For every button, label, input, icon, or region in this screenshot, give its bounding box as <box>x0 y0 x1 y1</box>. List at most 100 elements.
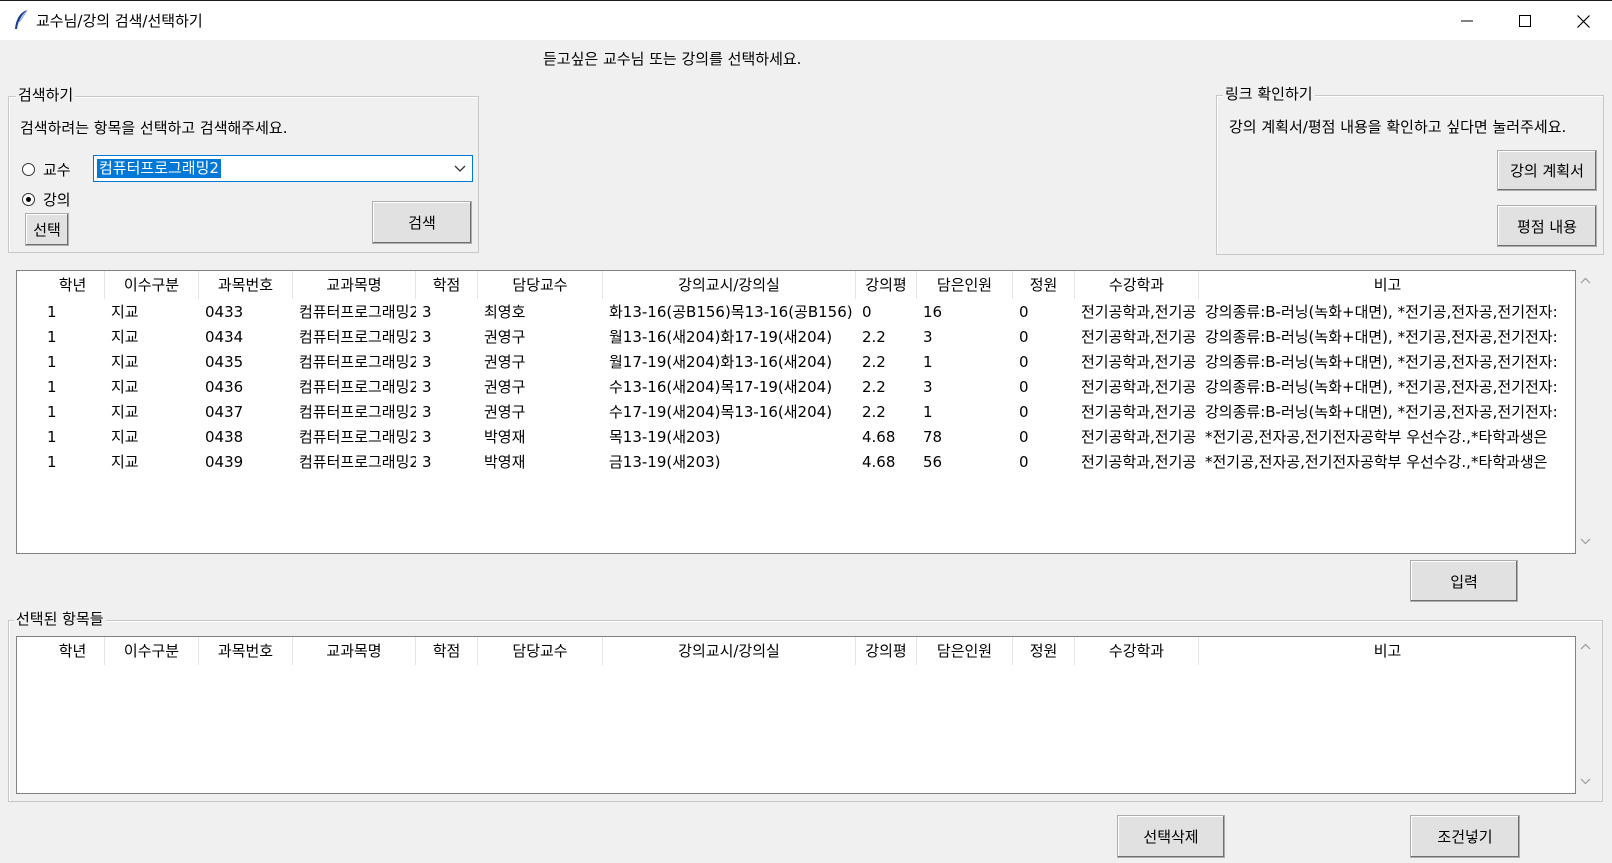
column-header-capacity[interactable]: 정원 <box>1013 271 1075 299</box>
selected-scrollbar[interactable] <box>1577 636 1594 794</box>
column-header-remarks[interactable]: 비고 <box>1199 637 1575 665</box>
radio-professor-circle[interactable] <box>22 163 35 176</box>
cell-department: 전기공학과,전기공 <box>1081 453 1197 471</box>
selected-legend: 선택된 항목들 <box>14 610 106 628</box>
cell-course-number: 0438 <box>205 428 244 446</box>
input-button[interactable]: 입력 <box>1410 560 1518 602</box>
cell-course-number: 0434 <box>205 328 244 346</box>
table-row[interactable]: 1 지교 0436 컴퓨터프로그래밍2 3 권영구 수13-16(새204)목17-19(새… <box>17 375 1575 399</box>
cell-schedule-room: 월17-19(새204)화13-16(새204) <box>609 353 833 371</box>
cell-grade: 1 <box>47 328 57 346</box>
minimize-button[interactable] <box>1438 1 1496 41</box>
column-header-rating[interactable]: 강의평 <box>856 637 917 665</box>
column-header-grade[interactable]: 학년 <box>41 637 105 665</box>
column-header-professor[interactable]: 담당교수 <box>478 637 603 665</box>
table-row[interactable]: 1 지교 0433 컴퓨터프로그래밍2 3 최영호 화13-16(공B156)목13-16(… <box>17 300 1575 324</box>
table-row[interactable]: 1 지교 0437 컴퓨터프로그래밍2 3 권영구 수17-19(새204)목13-16(새… <box>17 400 1575 424</box>
column-header-course-name[interactable]: 교과목명 <box>293 637 416 665</box>
cell-credits: 3 <box>422 403 432 421</box>
column-header-remarks[interactable]: 비고 <box>1199 271 1575 299</box>
cell-department: 전기공학과,전기공 <box>1081 303 1197 321</box>
radio-professor-label: 교수 <box>43 161 71 179</box>
cell-grade: 1 <box>47 353 57 371</box>
cell-remarks: 강의종류:B-러닝(녹화+대면), *전기공,전자공,전기전자: <box>1205 353 1558 371</box>
column-header-department[interactable]: 수강학과 <box>1075 637 1199 665</box>
cell-professor: 권영구 <box>484 403 526 421</box>
cell-category: 지교 <box>111 303 139 321</box>
cell-course-name: 컴퓨터프로그래밍2 <box>299 353 416 371</box>
add-condition-button[interactable]: 조건넣기 <box>1410 815 1520 858</box>
radio-course[interactable]: 강의 <box>22 189 71 210</box>
table-row[interactable]: 1 지교 0435 컴퓨터프로그래밍2 3 권영구 월17-19(새204)화13-16(새… <box>17 350 1575 374</box>
radio-professor[interactable]: 교수 <box>22 159 71 180</box>
column-header-capacity[interactable]: 정원 <box>1013 637 1075 665</box>
instruction-label: 듣고싶은 교수님 또는 강의를 선택하세요. <box>543 50 802 68</box>
cell-course-number: 0437 <box>205 403 244 421</box>
column-header-credits[interactable]: 학점 <box>416 271 478 299</box>
course-combobox[interactable]: 컴퓨터프로그래밍2 <box>93 155 473 182</box>
rating-button[interactable]: 평점 내용 <box>1497 205 1597 247</box>
cell-grade: 1 <box>47 453 57 471</box>
delete-selected-button[interactable]: 선택삭제 <box>1117 815 1225 858</box>
cell-schedule-room: 화13-16(공B156)목13-16(공B156) <box>609 303 853 321</box>
scroll-down-icon[interactable] <box>1580 776 1591 787</box>
scroll-up-icon[interactable] <box>1580 276 1591 287</box>
column-header-professor[interactable]: 담당교수 <box>478 271 603 299</box>
cell-enrolled: 78 <box>923 428 943 446</box>
cell-enrolled: 16 <box>923 303 943 321</box>
cell-category: 지교 <box>111 453 139 471</box>
table-row[interactable]: 1 지교 0434 컴퓨터프로그래밍2 3 권영구 월13-16(새204)화17-19(새… <box>17 325 1575 349</box>
cell-category: 지교 <box>111 403 139 421</box>
cell-capacity: 0 <box>1019 428 1029 446</box>
column-header-course-number[interactable]: 과목번호 <box>199 271 293 299</box>
column-header-category[interactable]: 이수구분 <box>105 271 199 299</box>
column-header-enrolled[interactable]: 담은인원 <box>917 271 1013 299</box>
cell-rating: 2.2 <box>862 378 886 396</box>
radio-course-circle[interactable] <box>22 193 35 206</box>
column-header-category[interactable]: 이수구분 <box>105 637 199 665</box>
link-hint: 강의 계획서/평점 내용을 확인하고 싶다면 눌러주세요. <box>1229 118 1567 136</box>
table-row[interactable]: 1 지교 0439 컴퓨터프로그래밍2 3 박영재 금13-19(새203) 4.68 56 0 전… <box>17 450 1575 474</box>
selected-table[interactable]: 학년 이수구분 과목번호 교과목명 학점 담당교수 강의교시/강의실 강의평 담은인원 정원 수강학… <box>16 636 1576 794</box>
cell-course-number: 0439 <box>205 453 244 471</box>
chevron-down-icon[interactable] <box>451 160 468 177</box>
search-button[interactable]: 검색 <box>372 201 472 244</box>
cell-rating: 2.2 <box>862 353 886 371</box>
maximize-icon <box>1519 15 1531 27</box>
cell-remarks: 강의종류:B-러닝(녹화+대면), *전기공,전자공,전기전자: <box>1205 328 1558 346</box>
column-header-department[interactable]: 수강학과 <box>1075 271 1199 299</box>
cell-department: 전기공학과,전기공 <box>1081 353 1197 371</box>
close-button[interactable] <box>1554 1 1612 41</box>
column-header-grade[interactable]: 학년 <box>41 271 105 299</box>
syllabus-button[interactable]: 강의 계획서 <box>1497 150 1597 191</box>
cell-schedule-room: 목13-19(새203) <box>609 428 721 446</box>
column-header-schedule-room[interactable]: 강의교시/강의실 <box>603 271 856 299</box>
cell-remarks: *전기공,전자공,전기전자공학부 우선수강.,*타학과생은 <box>1205 428 1548 446</box>
scroll-up-icon[interactable] <box>1580 642 1591 653</box>
column-header-course-number[interactable]: 과목번호 <box>199 637 293 665</box>
table-row[interactable]: 1 지교 0438 컴퓨터프로그래밍2 3 박영재 목13-19(새203) 4.68 78 0 전… <box>17 425 1575 449</box>
search-legend: 검색하기 <box>16 86 76 104</box>
maximize-button[interactable] <box>1496 1 1554 41</box>
column-header-rating[interactable]: 강의평 <box>856 271 917 299</box>
column-header-credits[interactable]: 학점 <box>416 637 478 665</box>
cell-professor: 권영구 <box>484 353 526 371</box>
cell-course-name: 컴퓨터프로그래밍2 <box>299 303 416 321</box>
cell-grade: 1 <box>47 303 57 321</box>
minimize-icon <box>1461 20 1473 22</box>
cell-rating: 0 <box>862 303 872 321</box>
cell-capacity: 0 <box>1019 303 1029 321</box>
cell-rating: 2.2 <box>862 403 886 421</box>
select-button[interactable]: 선택 <box>25 213 69 246</box>
cell-enrolled: 3 <box>923 328 933 346</box>
cell-category: 지교 <box>111 328 139 346</box>
scroll-down-icon[interactable] <box>1580 536 1591 547</box>
results-scrollbar[interactable] <box>1577 270 1594 554</box>
cell-credits: 3 <box>422 453 432 471</box>
column-header-enrolled[interactable]: 담은인원 <box>917 637 1013 665</box>
column-header-schedule-room[interactable]: 강의교시/강의실 <box>603 637 856 665</box>
cell-remarks: 강의종류:B-러닝(녹화+대면), *전기공,전자공,전기전자: <box>1205 403 1558 421</box>
cell-category: 지교 <box>111 378 139 396</box>
column-header-course-name[interactable]: 교과목명 <box>293 271 416 299</box>
results-table[interactable]: 학년 이수구분 과목번호 교과목명 학점 담당교수 강의교시/강의실 강의평 담은인원 정원 수강학… <box>16 270 1576 554</box>
